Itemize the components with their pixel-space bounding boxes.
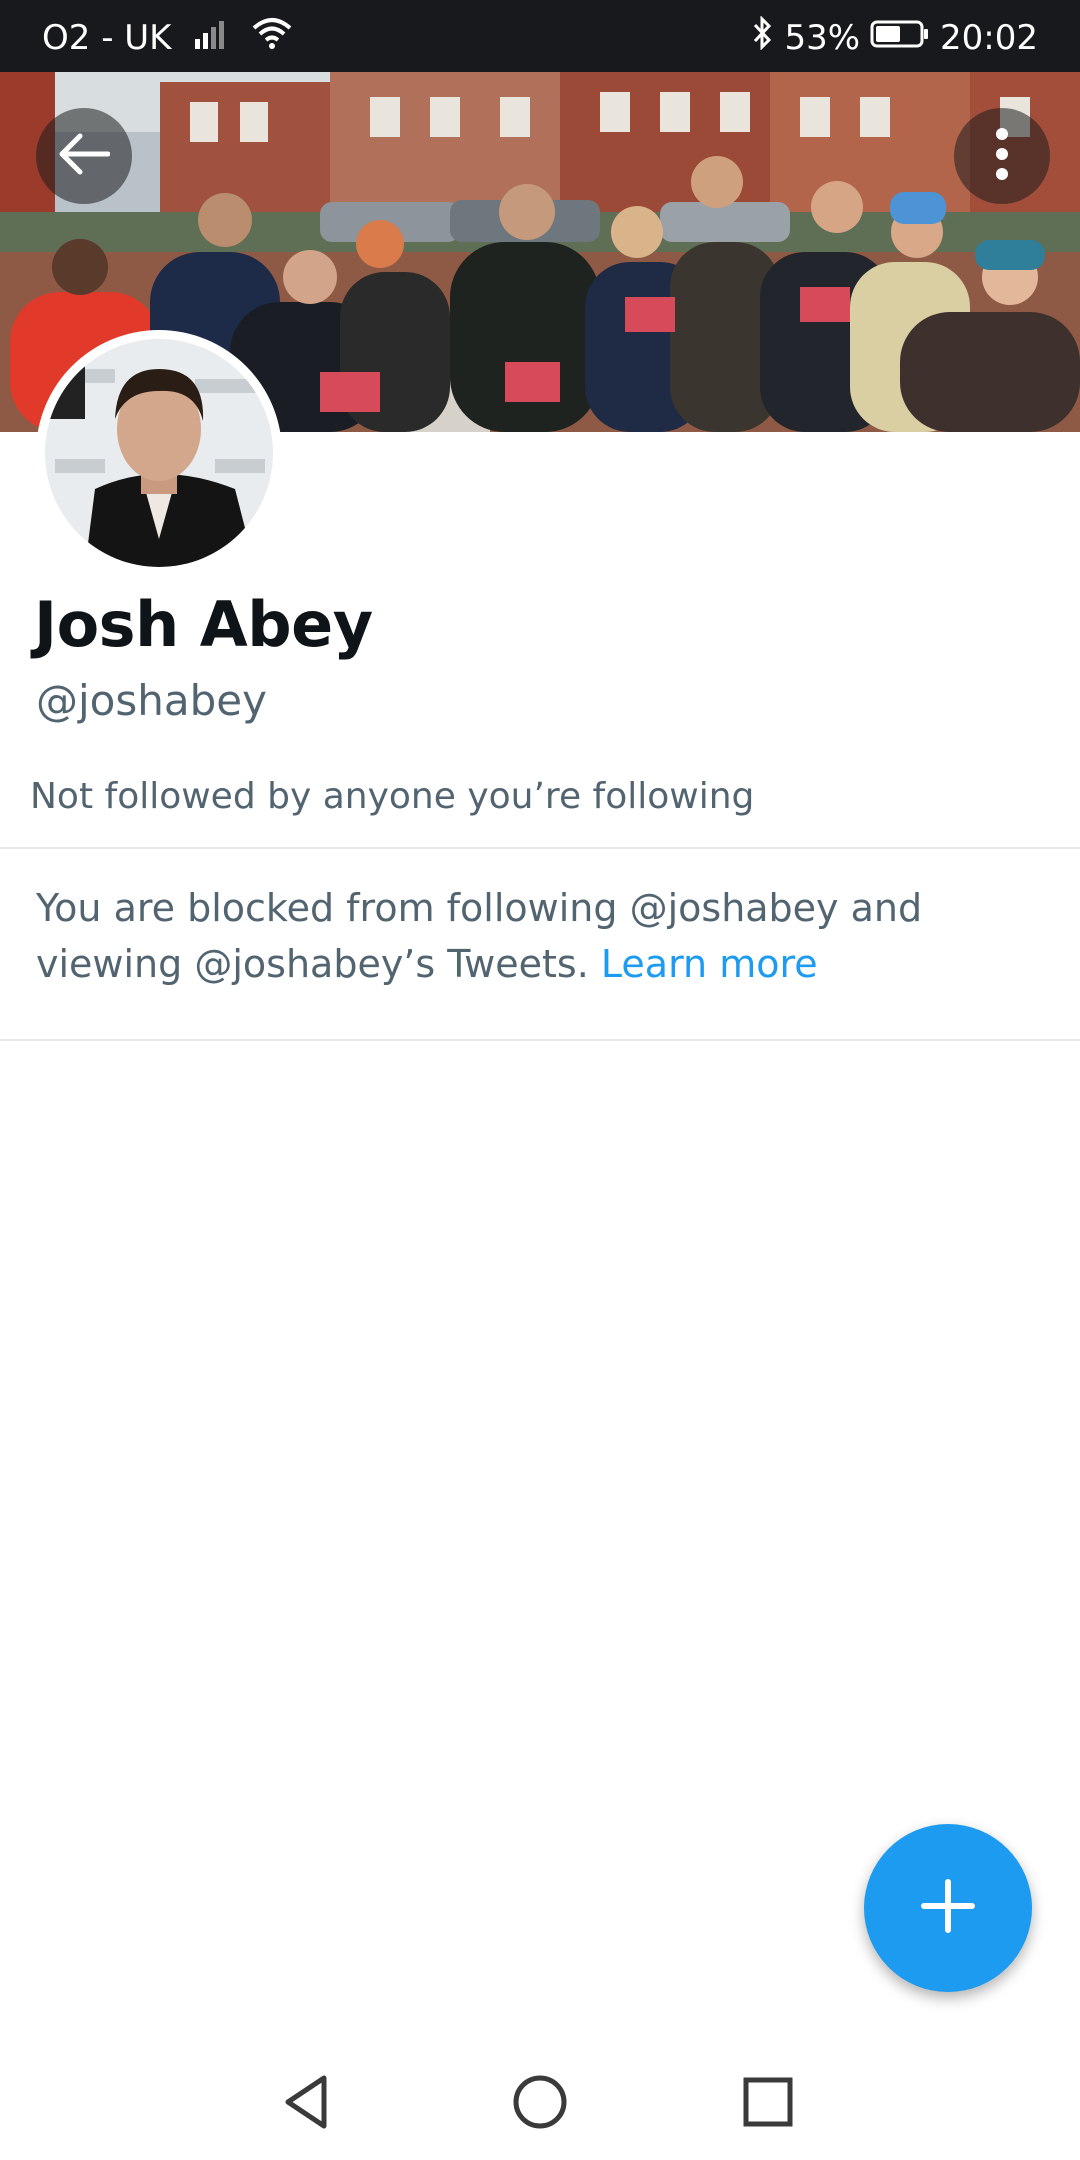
battery-percent: 53% xyxy=(784,17,861,58)
carrier-label: O2 - UK xyxy=(42,17,172,58)
avatar[interactable] xyxy=(36,330,282,576)
bluetooth-icon xyxy=(752,15,774,59)
signal-icon xyxy=(193,18,229,58)
back-button[interactable] xyxy=(36,108,132,204)
more-vertical-icon xyxy=(995,127,1009,186)
clock: 20:02 xyxy=(940,17,1038,58)
more-options-button[interactable] xyxy=(954,108,1050,204)
nav-recents-icon[interactable] xyxy=(736,2070,800,2134)
divider xyxy=(0,1039,1080,1041)
status-bar: O2 - UK 53% 20:02 xyxy=(0,0,1080,72)
divider xyxy=(0,847,1080,849)
nav-home-icon[interactable] xyxy=(508,2070,572,2134)
followed-by-text: Not followed by anyone you’re following xyxy=(30,776,755,817)
display-name: Josh Abey xyxy=(34,588,373,661)
compose-tweet-button[interactable] xyxy=(864,1824,1032,1992)
wifi-icon xyxy=(251,16,293,59)
blocked-notice: You are blocked from following @joshabey… xyxy=(36,880,1046,992)
plus-icon xyxy=(918,1876,978,1941)
navigation-bar xyxy=(0,2040,1080,2160)
battery-icon xyxy=(870,18,930,58)
user-handle: @joshabey xyxy=(36,676,267,725)
learn-more-link[interactable]: Learn more xyxy=(601,942,818,986)
back-arrow-icon xyxy=(58,132,111,181)
nav-back-icon[interactable] xyxy=(276,2070,340,2134)
